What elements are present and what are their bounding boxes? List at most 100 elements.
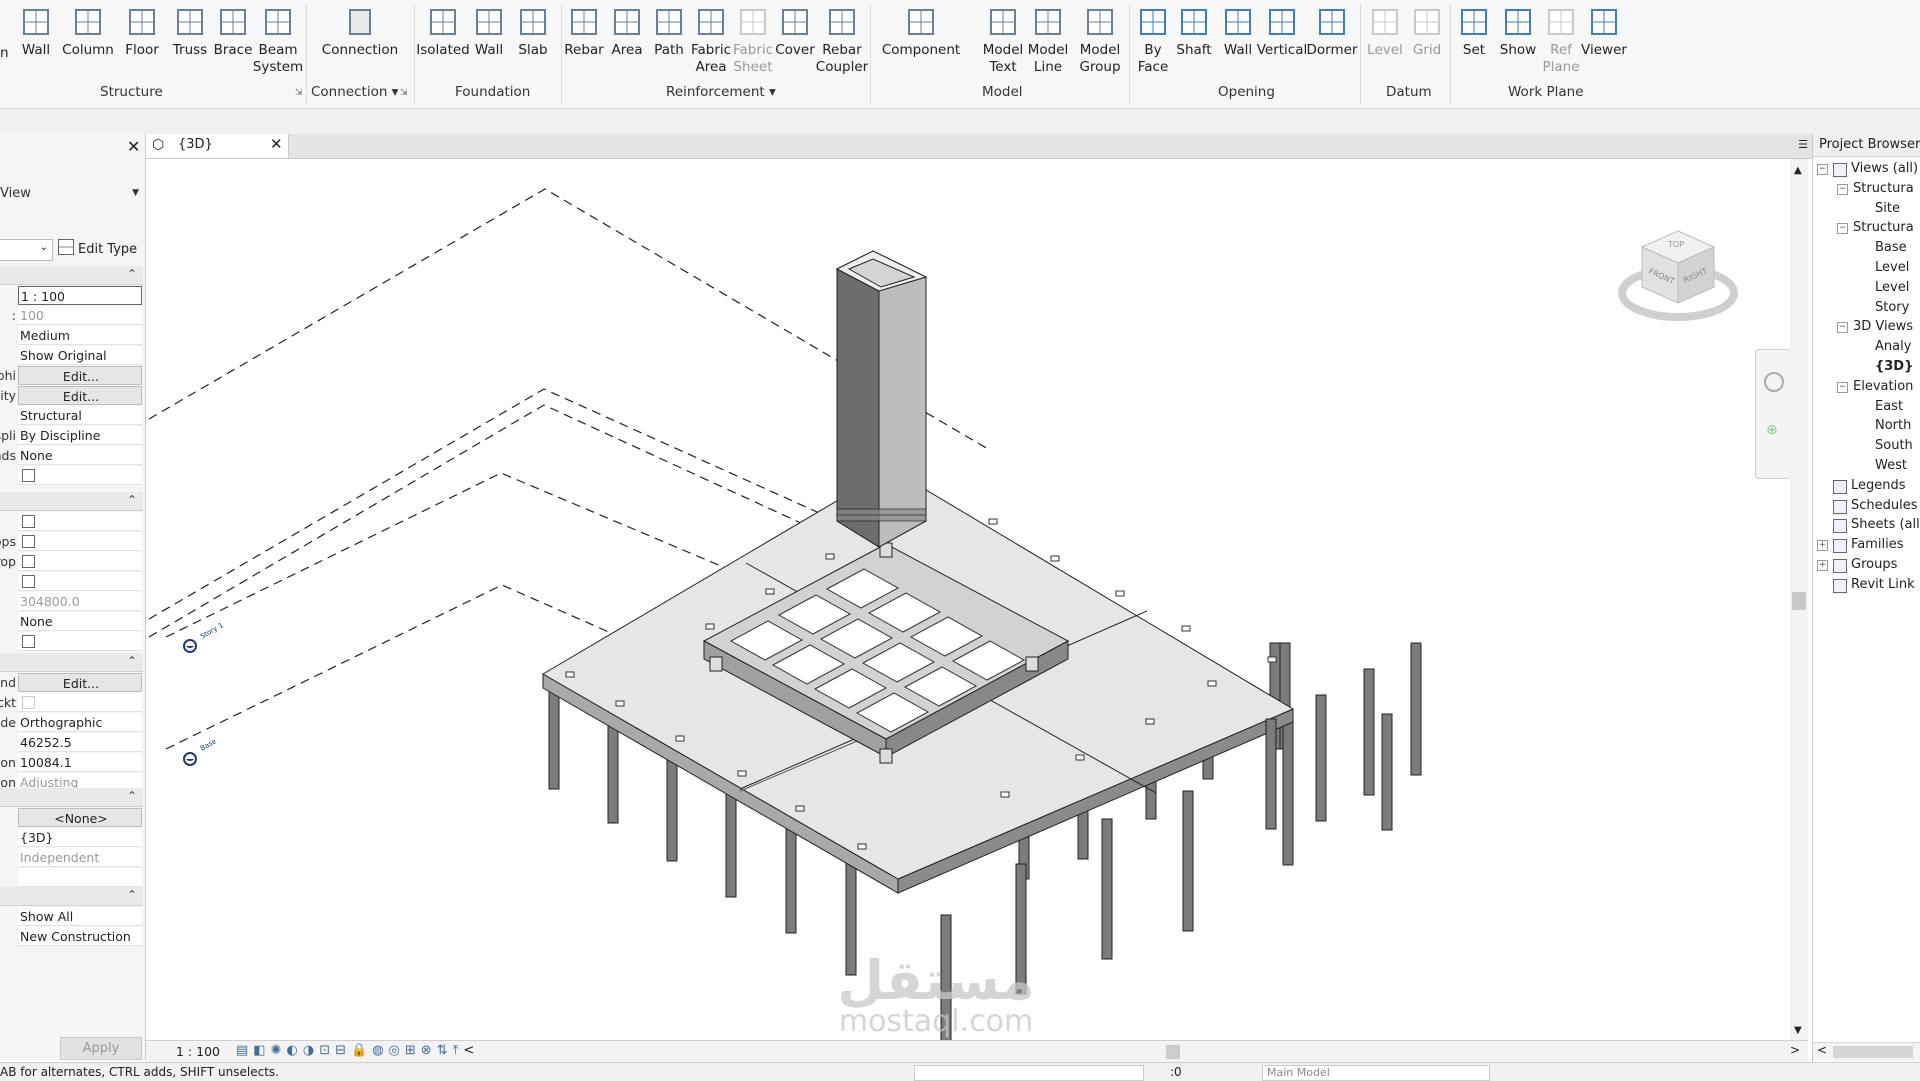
browser-item[interactable]: − Views (all) bbox=[1813, 160, 1920, 178]
browser-item[interactable]: Base bbox=[1813, 239, 1920, 257]
property-value[interactable]: None bbox=[18, 446, 142, 465]
tab-menu-icon[interactable]: ☰ bbox=[1798, 138, 1808, 151]
property-checkbox[interactable] bbox=[22, 469, 35, 482]
browser-item[interactable]: Legends bbox=[1813, 477, 1920, 495]
property-value[interactable] bbox=[18, 632, 142, 651]
edit-type-button[interactable]: Edit Type bbox=[58, 239, 143, 259]
instance-filter-dropdown[interactable]: ⌄ bbox=[0, 239, 53, 261]
property-value[interactable] bbox=[18, 572, 142, 591]
dormer-button[interactable]: Dormer bbox=[1302, 4, 1362, 82]
connection-dialog-launcher-icon[interactable]: ⇲ bbox=[400, 88, 408, 98]
property-checkbox[interactable] bbox=[22, 575, 35, 588]
property-value[interactable]: <None> bbox=[18, 808, 142, 827]
property-value[interactable] bbox=[18, 532, 142, 551]
zoom-region-icon[interactable]: ⊕ bbox=[1766, 422, 1778, 438]
view-scale[interactable]: 1 : 100 bbox=[176, 1044, 220, 1059]
property-checkbox[interactable] bbox=[22, 696, 35, 709]
level-tag-base[interactable]: Base bbox=[183, 737, 218, 766]
property-value[interactable]: Orthographic bbox=[18, 713, 142, 732]
model-line-button[interactable]: Model Line bbox=[1018, 4, 1078, 82]
close-tab-icon[interactable]: ✕ bbox=[270, 135, 283, 153]
wall-button[interactable]: Wall bbox=[6, 4, 66, 82]
horizontal-scroll-thumb[interactable] bbox=[1166, 1045, 1180, 1059]
collapse-icon[interactable]: − bbox=[1837, 322, 1848, 334]
expand-icon[interactable]: + bbox=[1817, 560, 1828, 571]
scroll-left-icon[interactable]: < bbox=[463, 1043, 474, 1061]
property-value[interactable]: Edit... bbox=[18, 366, 142, 385]
render-icon[interactable]: ◑ bbox=[303, 1043, 314, 1061]
browser-item[interactable]: − Structura bbox=[1813, 219, 1920, 237]
property-checkbox[interactable] bbox=[22, 635, 35, 648]
property-value[interactable]: Medium bbox=[18, 326, 142, 345]
browser-item[interactable]: Schedules bbox=[1813, 497, 1920, 515]
component-button[interactable]: Component bbox=[882, 4, 960, 82]
scroll-up-icon[interactable]: ▲ bbox=[1794, 165, 1802, 176]
collapse-icon[interactable]: − bbox=[1837, 183, 1848, 195]
column-button[interactable]: Column bbox=[58, 4, 118, 82]
temp-properties-icon[interactable]: ⊞ bbox=[405, 1043, 416, 1061]
panel-label-reinforcement[interactable]: Reinforcement ▾ bbox=[666, 84, 776, 100]
scroll-down-icon[interactable]: ▼ bbox=[1794, 1025, 1802, 1036]
visual-style-icon[interactable]: ◧ bbox=[253, 1043, 265, 1061]
property-value[interactable]: Show Original bbox=[18, 346, 142, 365]
property-value[interactable] bbox=[18, 868, 142, 887]
expand-icon[interactable]: + bbox=[1817, 540, 1828, 552]
property-value[interactable]: Show All bbox=[18, 907, 142, 926]
design-option-dropdown[interactable]: Main Model bbox=[1262, 1065, 1490, 1081]
browser-item[interactable]: Story bbox=[1813, 299, 1920, 317]
browser-item[interactable]: Site bbox=[1813, 200, 1920, 218]
steering-wheel-icon[interactable] bbox=[1764, 372, 1784, 392]
browser-item[interactable]: Analy bbox=[1813, 338, 1920, 356]
connection-button[interactable]: Connection bbox=[320, 4, 400, 82]
scroll-right-icon[interactable]: > bbox=[1790, 1043, 1800, 1057]
level-tag-story[interactable]: Story 1 bbox=[183, 621, 225, 653]
property-value[interactable]: 46252.5 bbox=[18, 733, 142, 752]
collapse-icon[interactable]: − bbox=[1837, 381, 1848, 393]
collapse-icon[interactable]: − bbox=[1837, 223, 1848, 235]
properties-close-icon[interactable]: ✕ bbox=[127, 137, 140, 156]
analytical-icon[interactable]: ⇅ bbox=[437, 1043, 448, 1061]
rebar-coupler-button[interactable]: Rebar Coupler bbox=[812, 4, 872, 82]
property-value[interactable]: 1 : 100 bbox=[18, 286, 142, 305]
lock-3d-icon[interactable]: 🔒 bbox=[351, 1043, 367, 1061]
property-value[interactable]: Edit... bbox=[18, 386, 142, 405]
browser-item[interactable]: + Families bbox=[1813, 536, 1920, 554]
show-crop-icon[interactable]: ⊟ bbox=[335, 1043, 346, 1061]
property-section-header[interactable]: ⌃ bbox=[0, 788, 143, 807]
worksharing-icon[interactable]: ⊗ bbox=[421, 1043, 432, 1061]
reveal-hidden-icon[interactable]: ◎ bbox=[389, 1043, 400, 1061]
property-checkbox[interactable] bbox=[22, 535, 35, 548]
property-value[interactable]: Edit... bbox=[18, 673, 142, 692]
property-value[interactable]: Structural bbox=[18, 406, 142, 425]
property-value[interactable]: 100 bbox=[18, 306, 142, 325]
browser-item[interactable]: Level bbox=[1813, 259, 1920, 277]
browser-scroll-thumb[interactable] bbox=[1833, 1046, 1913, 1058]
browser-item[interactable]: West bbox=[1813, 457, 1920, 475]
browser-item[interactable]: North bbox=[1813, 417, 1920, 435]
property-section-header[interactable]: ⌃ bbox=[0, 653, 143, 672]
property-checkbox[interactable] bbox=[22, 555, 35, 568]
structure-dialog-launcher-icon[interactable]: ⇲ bbox=[295, 88, 303, 98]
workset-dropdown[interactable] bbox=[914, 1065, 1144, 1081]
property-value[interactable]: 304800.0 bbox=[18, 592, 142, 611]
browser-item[interactable]: − Structura bbox=[1813, 180, 1920, 198]
browser-item[interactable]: South bbox=[1813, 437, 1920, 455]
browser-item[interactable]: Level bbox=[1813, 279, 1920, 297]
crop-view-icon[interactable]: ⊡ bbox=[319, 1043, 330, 1061]
property-value[interactable]: {3D} bbox=[18, 828, 142, 847]
browser-item[interactable]: East bbox=[1813, 398, 1920, 416]
beam-system-button[interactable]: Beam System bbox=[248, 4, 308, 82]
property-section-header[interactable]: ⌃ bbox=[0, 887, 143, 906]
temp-hide-icon[interactable]: ◍ bbox=[372, 1043, 383, 1061]
property-checkbox[interactable] bbox=[22, 515, 35, 528]
browser-item[interactable]: + Groups bbox=[1813, 556, 1920, 574]
shadows-icon[interactable]: ◐ bbox=[287, 1043, 298, 1061]
browser-item[interactable]: {3D} bbox=[1813, 358, 1920, 376]
scroll-thumb[interactable] bbox=[1792, 592, 1806, 610]
browser-item[interactable]: − Elevation bbox=[1813, 378, 1920, 396]
viewer-button[interactable]: Viewer bbox=[1574, 4, 1634, 82]
type-selector[interactable]: View ▼ bbox=[0, 186, 143, 206]
property-value[interactable]: 10084.1 bbox=[18, 753, 142, 772]
scroll-left-icon[interactable]: < bbox=[1817, 1043, 1827, 1057]
browser-item[interactable]: Sheets (all bbox=[1813, 516, 1920, 534]
